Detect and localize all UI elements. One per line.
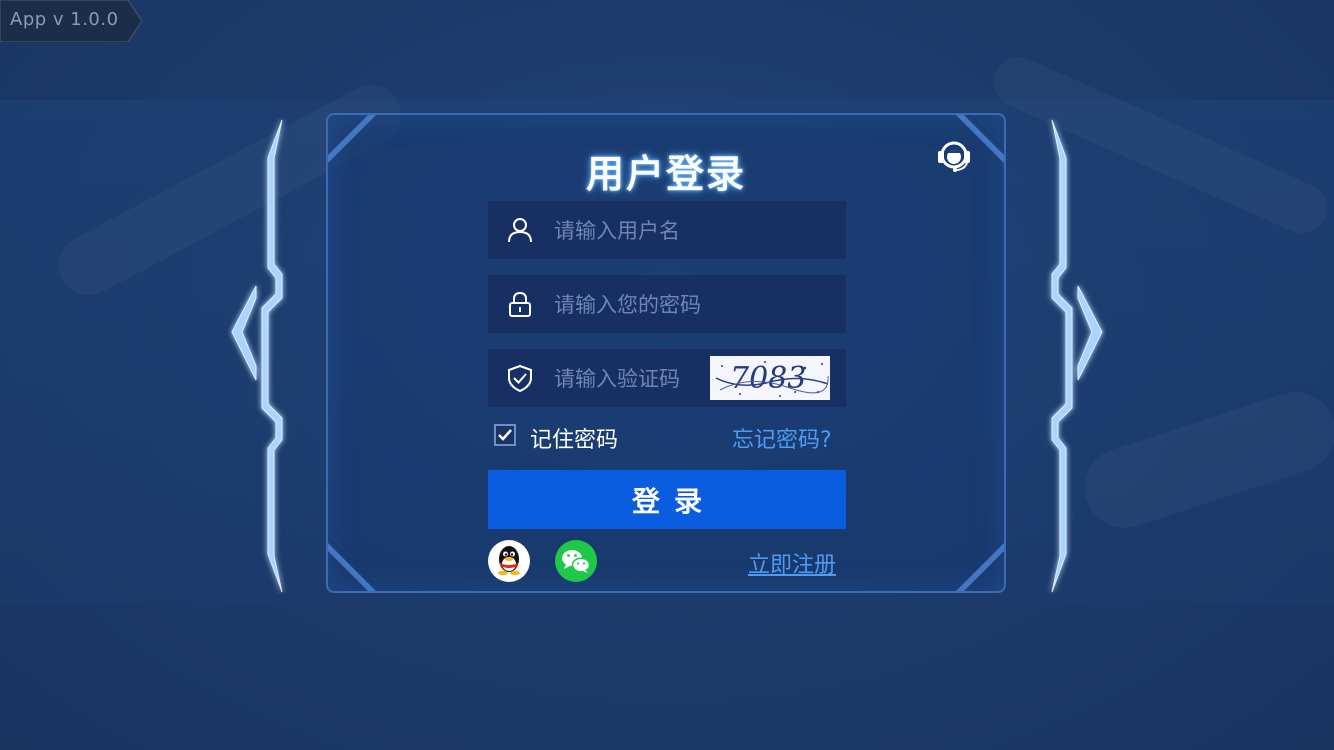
checkbox-box[interactable]	[494, 424, 516, 446]
page-title: 用户登录	[585, 152, 746, 196]
username-input[interactable]	[552, 201, 816, 261]
captcha-input[interactable]	[552, 349, 706, 409]
panel-corner-ornament	[956, 543, 1004, 591]
customer-service-icon[interactable]	[934, 135, 974, 175]
version-text: App v 1.0.0	[10, 9, 119, 30]
qq-login-button[interactable]	[488, 540, 530, 582]
register-link[interactable]: 立即注册	[748, 547, 836, 579]
login-button[interactable]: 登录	[488, 470, 846, 529]
background-streak	[1074, 382, 1334, 538]
panel-corner-ornament	[328, 543, 376, 591]
qq-icon	[498, 546, 520, 576]
captcha-graphic: 7083	[715, 361, 829, 397]
remember-password-label: 记住密码	[530, 428, 619, 453]
captcha-image[interactable]: 7083	[710, 356, 830, 400]
user-icon	[508, 218, 532, 243]
login-panel: 用户登录 7083	[326, 113, 1006, 593]
version-badge: App v 1.0.0	[0, 0, 142, 42]
wechat-icon	[562, 550, 591, 573]
captcha-field: 7083	[488, 349, 846, 409]
username-field	[488, 201, 846, 261]
left-frame-ornament	[231, 119, 283, 593]
wechat-login-button[interactable]	[555, 540, 597, 582]
shield-check-icon	[508, 364, 532, 392]
lock-icon	[509, 291, 531, 317]
password-input[interactable]	[552, 275, 816, 335]
checkmark-icon	[498, 429, 512, 441]
password-field	[488, 275, 846, 335]
right-frame-ornament	[1051, 119, 1103, 593]
forgot-password-link[interactable]: 忘记密码?	[732, 422, 832, 454]
